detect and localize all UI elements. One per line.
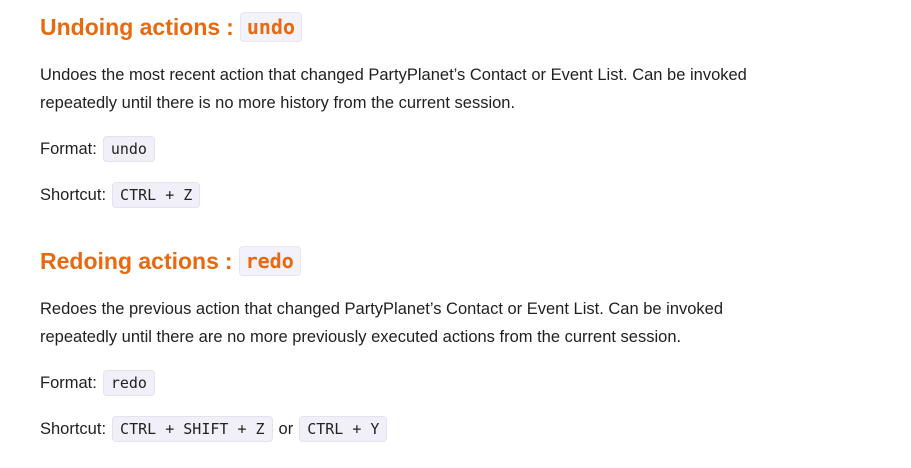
- undo-format: Format: undo: [40, 135, 891, 163]
- redo-heading-text: Redoing actions: [40, 248, 219, 274]
- undo-heading: Undoing actions : undo: [40, 12, 891, 42]
- redo-format-label: Format:: [40, 374, 97, 392]
- redo-format-code: redo: [102, 370, 155, 396]
- undo-format-code: undo: [102, 136, 155, 162]
- undo-shortcut: Shortcut: CTRL + Z: [40, 181, 891, 209]
- redo-shortcut-or: or: [278, 420, 294, 438]
- redo-desc-line-1: Redoes the previous action that changed …: [40, 300, 724, 318]
- redo-shortcut-code-1: CTRL + SHIFT + Z: [112, 416, 273, 442]
- redo-heading: Redoing actions : redo: [40, 246, 891, 276]
- redo-shortcut-code-2: CTRL + Y: [299, 416, 388, 442]
- redo-heading-separator: :: [224, 248, 233, 274]
- redo-heading-code: redo: [238, 246, 301, 276]
- undo-heading-code: undo: [239, 12, 303, 42]
- undo-desc-line-2: repeatedly until there is no more histor…: [40, 94, 516, 112]
- redo-format: Format: redo: [40, 369, 891, 397]
- redo-shortcut-label: Shortcut:: [40, 420, 107, 438]
- redo-section: Redoing actions : redo: [40, 246, 891, 276]
- redo-desc-line-2: repeatedly until there are no more previ…: [40, 328, 682, 346]
- undo-heading-separator: :: [226, 14, 234, 40]
- undo-heading-text: Undoing actions: [40, 14, 221, 40]
- undo-description: Undoes the most recent action that chang…: [40, 61, 891, 117]
- redo-description: Redoes the previous action that changed …: [40, 295, 891, 351]
- undo-shortcut-code: CTRL + Z: [112, 182, 201, 208]
- redo-shortcut: Shortcut: CTRL + SHIFT + Z or CTRL + Y: [40, 415, 891, 443]
- undo-format-label: Format:: [40, 140, 97, 158]
- undo-desc-line-1: Undoes the most recent action that chang…: [40, 66, 747, 84]
- undo-shortcut-label: Shortcut:: [40, 186, 107, 204]
- undo-section: Undoing actions : undo: [40, 12, 891, 42]
